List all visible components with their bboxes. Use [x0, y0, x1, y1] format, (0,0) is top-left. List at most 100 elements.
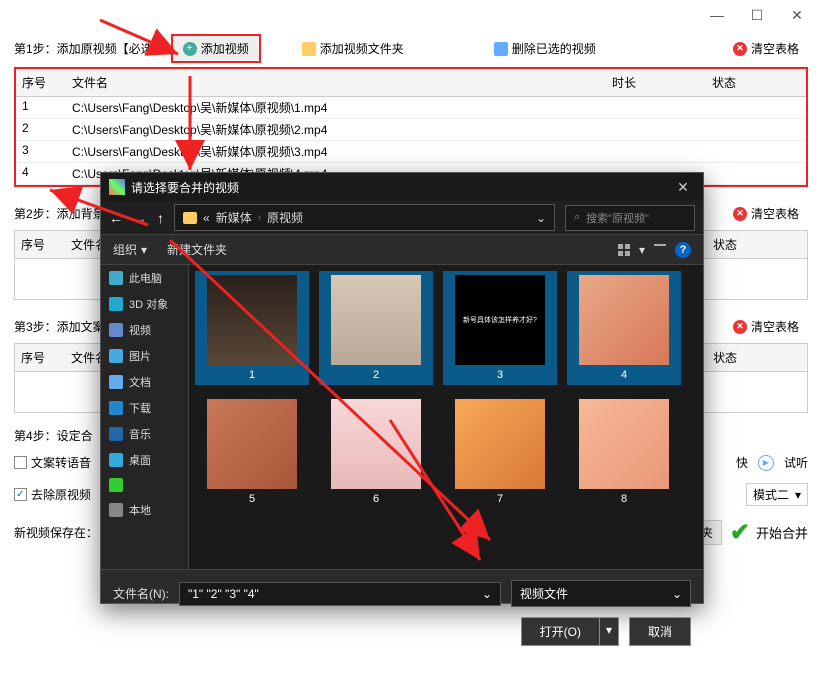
plus-icon: +	[183, 42, 197, 56]
step1-row: 第1步：添加原视频【必选】 + 添加视频 添加视频文件夹 删除已选的视频 ✕ 清…	[0, 30, 822, 67]
pc-icon	[109, 271, 123, 285]
mode-select[interactable]: 模式二 ▾	[746, 483, 808, 506]
file-thumbnail[interactable]: 5	[195, 395, 309, 509]
thumbnail-label: 8	[621, 493, 627, 505]
music-icon	[109, 427, 123, 441]
minimize-button[interactable]: —	[697, 1, 737, 29]
file-thumbnail[interactable]: 1	[195, 271, 309, 385]
file-grid: 12新号具体该怎样养才好?34 5 6 7 8	[189, 265, 703, 569]
add-folder-button[interactable]: 添加视频文件夹	[293, 36, 413, 61]
file-thumbnail[interactable]: 7	[443, 395, 557, 509]
drive-icon	[109, 503, 123, 517]
dialog-footer: 文件名(N): "1" "2" "3" "4" ⌄ 视频文件 ⌄ 打开(O) ▾…	[101, 569, 703, 656]
help-icon[interactable]: ?	[675, 242, 691, 258]
chevron-right-icon: ›	[258, 212, 261, 223]
table-row[interactable]: 2C:\Users\Fang\Desktop\吴\新媒体\原视频\2.mp4	[16, 119, 806, 141]
thumbnail-label: 3	[497, 369, 503, 381]
dialog-app-icon	[109, 179, 125, 195]
sidebar-item-pic[interactable]: 图片	[101, 343, 188, 369]
search-input[interactable]: ⌕ 搜索"原视频"	[565, 205, 695, 231]
folder-icon	[183, 212, 197, 224]
dialog-close-button[interactable]: ✕	[671, 177, 695, 197]
clear-icon: ✕	[733, 42, 747, 56]
file-thumbnail[interactable]: 4	[567, 271, 681, 385]
document-icon	[109, 375, 123, 389]
thumbnail-image	[331, 275, 421, 365]
dialog-toolbar: 组织▾ 新建文件夹 ▾ ?	[101, 235, 703, 265]
file-thumbnail[interactable]: 8	[567, 395, 681, 509]
folder-icon	[302, 42, 316, 56]
sidebar-item-video[interactable]: 视频	[101, 317, 188, 343]
close-button[interactable]: ✕	[777, 1, 817, 29]
clear-icon: ✕	[733, 207, 747, 221]
delete-selected-button[interactable]: 删除已选的视频	[485, 36, 605, 61]
thumbnail-image	[207, 275, 297, 365]
filename-label: 文件名(N):	[113, 585, 169, 602]
clear-table-button-1[interactable]: ✕ 清空表格	[724, 36, 808, 61]
tts-checkbox-wrap[interactable]: 文案转语音	[14, 454, 91, 471]
dialog-title: 请选择要合并的视频	[131, 179, 671, 196]
open-dropdown[interactable]: ▾	[599, 617, 619, 646]
step3-label: 第3步：添加文案	[14, 318, 105, 335]
dialog-titlebar: 请选择要合并的视频 ✕	[101, 173, 703, 201]
nav-forward-icon[interactable]: →	[133, 210, 147, 226]
sidebar-item-doc[interactable]: 文档	[101, 369, 188, 395]
checkbox-icon	[14, 456, 27, 469]
cancel-button[interactable]: 取消	[629, 617, 691, 646]
thumbnail-image	[455, 399, 545, 489]
thumbnail-image	[579, 399, 669, 489]
view-options-icon[interactable]	[653, 243, 667, 257]
remove-orig-checkbox-wrap[interactable]: 去除原视频	[14, 486, 91, 503]
chevron-down-icon[interactable]: ⌄	[482, 587, 492, 601]
sidebar-item-download[interactable]: 下载	[101, 395, 188, 421]
step1-label: 第1步：添加原视频【必选】	[14, 40, 165, 57]
try-button[interactable]: 试听	[784, 454, 808, 471]
file-thumbnail[interactable]: 2	[319, 271, 433, 385]
picture-icon	[109, 349, 123, 363]
file-open-dialog: 请选择要合并的视频 ✕ ← → ↑ « 新媒体 › 原视频 ⌄ ⌕ 搜索"原视频…	[100, 172, 704, 604]
chevron-down-icon: ⌄	[672, 587, 682, 601]
table-row[interactable]: 3C:\Users\Fang\Desktop\吴\新媒体\原视频\3.mp4	[16, 141, 806, 163]
clear-icon: ✕	[733, 320, 747, 334]
desktop-icon	[109, 453, 123, 467]
sidebar-item-3d[interactable]: 3D 对象	[101, 291, 188, 317]
col-dur: 时长	[606, 72, 706, 93]
table-row[interactable]: 1C:\Users\Fang\Desktop\吴\新媒体\原视频\1.mp4	[16, 97, 806, 119]
sidebar-item-local[interactable]: 本地	[101, 497, 188, 523]
nav-back-icon[interactable]: ←	[109, 210, 123, 226]
sidebar-item-pc[interactable]: 此电脑	[101, 265, 188, 291]
delete-icon	[494, 42, 508, 56]
chevron-down-icon[interactable]: ▾	[639, 243, 645, 257]
sidebar-item-desktop[interactable]: 桌面	[101, 447, 188, 473]
thumbnail-image	[579, 275, 669, 365]
open-button[interactable]: 打开(O)	[521, 617, 599, 646]
filename-input[interactable]: "1" "2" "3" "4" ⌄	[179, 582, 501, 606]
thumbnail-label: 6	[373, 493, 379, 505]
maximize-button[interactable]: ☐	[737, 1, 777, 29]
view-mode-icon[interactable]	[617, 243, 631, 257]
clear-table-button-2[interactable]: ✕ 清空表格	[724, 201, 808, 226]
thumbnail-image	[207, 399, 297, 489]
file-thumbnail[interactable]: 6	[319, 395, 433, 509]
sidebar-item-wechat[interactable]	[101, 473, 188, 497]
clear-table-button-3[interactable]: ✕ 清空表格	[724, 314, 808, 339]
file-type-select[interactable]: 视频文件 ⌄	[511, 580, 691, 607]
play-icon[interactable]: ▶	[758, 455, 774, 471]
checkbox-icon	[14, 488, 27, 501]
thumbnail-label: 7	[497, 493, 503, 505]
nav-up-icon[interactable]: ↑	[157, 210, 164, 226]
col-name: 文件名	[66, 72, 606, 93]
add-video-button[interactable]: + 添加视频	[171, 34, 261, 63]
chevron-down-icon[interactable]: ⌄	[536, 211, 546, 225]
file-thumbnail[interactable]: 新号具体该怎样养才好?3	[443, 271, 557, 385]
new-folder-button[interactable]: 新建文件夹	[167, 241, 227, 258]
video-table-1: 序号 文件名 时长 状态 1C:\Users\Fang\Desktop\吴\新媒…	[14, 67, 808, 187]
check-icon: ✔	[730, 518, 750, 547]
step4-label: 第4步：设定合	[14, 427, 93, 444]
organize-menu[interactable]: 组织▾	[113, 241, 147, 258]
address-bar[interactable]: « 新媒体 › 原视频 ⌄	[174, 204, 555, 231]
start-merge-button[interactable]: ✔ 开始合并	[730, 518, 808, 547]
col-num: 序号	[16, 72, 66, 93]
table-header: 序号 文件名 时长 状态	[16, 69, 806, 97]
sidebar-item-music[interactable]: 音乐	[101, 421, 188, 447]
